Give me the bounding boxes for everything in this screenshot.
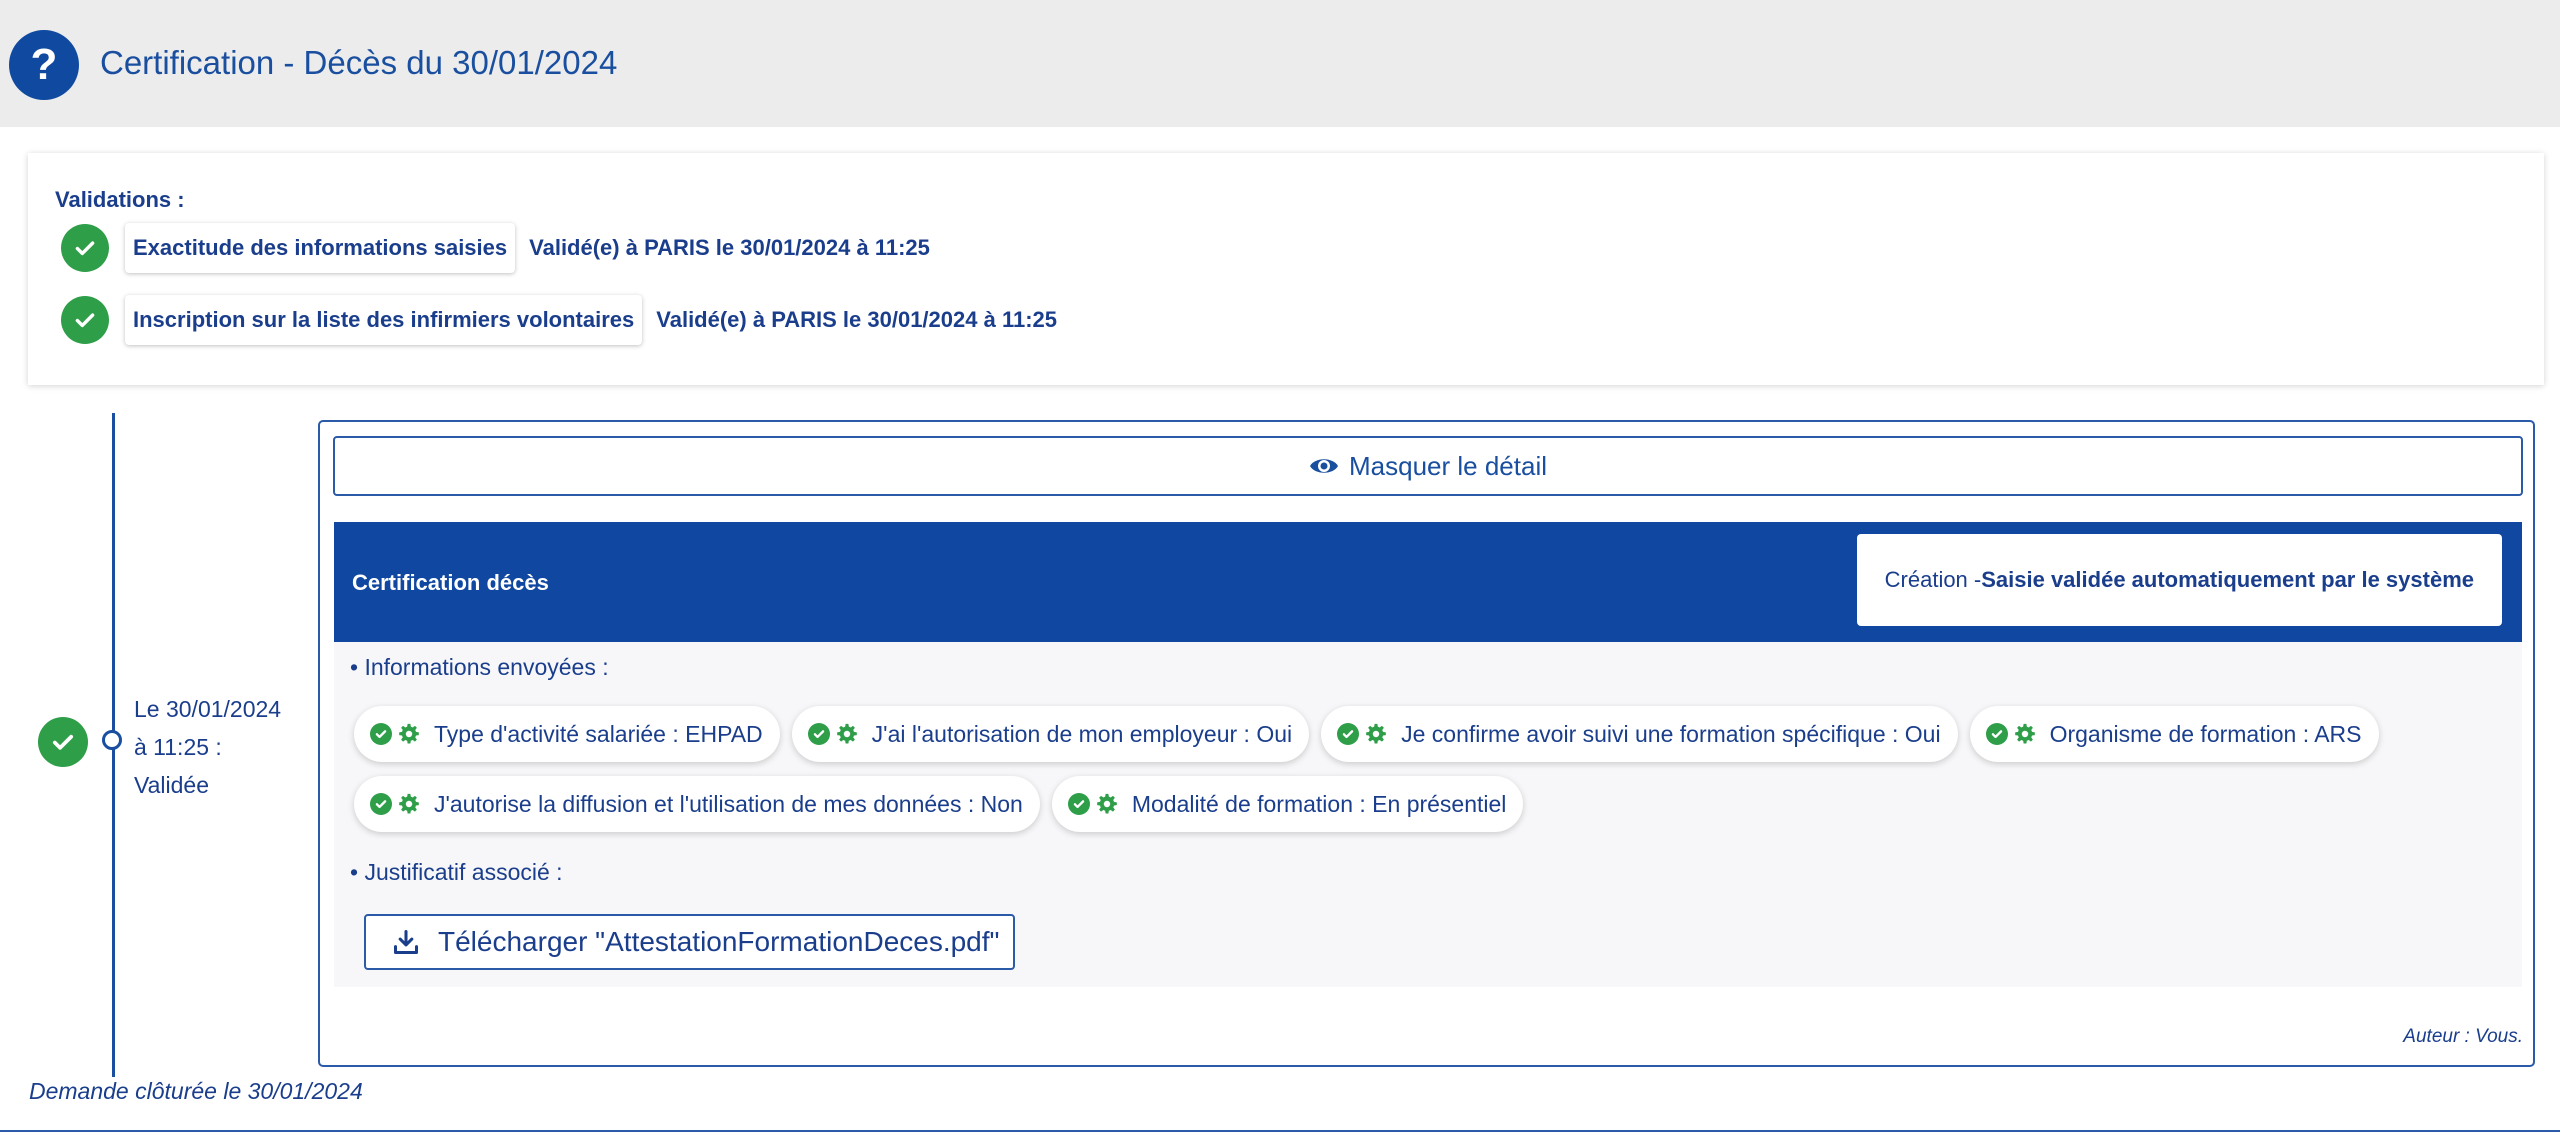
gear-icon [399,793,419,814]
chip-row: J'autorise la diffusion et l'utilisation… [354,776,1535,832]
event-status-box: Création - Saisie validée automatiquemen… [1856,534,2502,626]
question-icon[interactable]: ? [9,30,79,100]
check-circle-icon [1067,793,1090,815]
validation-status: Validé(e) à PARIS le 30/01/2024 à 11:25 [656,307,1058,332]
chip-label: J'autorise la diffusion et l'utilisation… [434,790,1023,817]
sent-info-label: • Informations envoyées : [350,654,609,680]
bottom-divider [0,1130,2560,1132]
validation-row: Exactitude des informations saisies Vali… [61,223,930,273]
info-chip: Type d'activité salariée : EHPAD [354,706,780,762]
chip-label: Organisme de formation : ARS [2049,720,2362,747]
check-circle-icon [61,296,109,344]
check-circle-icon [807,723,830,745]
toggle-detail-button[interactable]: Masquer le détail [333,436,2523,496]
check-circle-icon [61,224,109,272]
gear-icon [1366,723,1386,744]
gear-icon [2014,723,2035,744]
chip-label: Type d'activité salariée : EHPAD [434,720,763,747]
request-closed-text: Demande clôturée le 30/01/2024 [29,1078,363,1104]
check-circle-icon [370,793,392,815]
chip-label: Je confirme avoir suivi une formation sp… [1401,720,1941,747]
chip-row: Type d'activité salariée : EHPAD J'ai l'… [354,706,2391,762]
timeline-date: Le 30/01/2024 à 11:25 : Validée [134,690,281,804]
timeline-date-line: Le 30/01/2024 [134,696,282,722]
eye-icon [1310,459,1338,473]
download-attachment-button[interactable]: Télécharger "AttestationFormationDeces.p… [364,914,1016,970]
attachment-label: • Justificatif associé : [350,859,563,885]
download-icon [393,929,419,955]
check-circle-icon [370,723,392,745]
validations-title: Validations : [55,187,185,212]
check-circle-icon [1337,723,1360,745]
timeline-status-line: Validée [134,772,210,798]
gear-icon [1097,793,1117,814]
chip-label: Modalité de formation : En présentiel [1131,790,1507,817]
event-title: Certification décès [352,570,549,595]
validation-row: Inscription sur la liste des infirmiers … [61,295,1057,345]
toggle-detail-label: Masquer le détail [1349,450,1547,481]
page-title: Certification - Décès du 30/01/2024 [100,44,618,81]
download-label: Télécharger "AttestationFormationDeces.p… [438,926,1000,957]
info-chip: Organisme de formation : ARS [1969,706,2379,762]
info-chip: J'autorise la diffusion et l'utilisation… [354,776,1040,832]
validation-label[interactable]: Inscription sur la liste des infirmiers … [125,295,643,345]
gear-icon [399,723,419,744]
info-chip: Je confirme avoir suivi une formation sp… [1321,706,1958,762]
validation-status: Validé(e) à PARIS le 30/01/2024 à 11:25 [529,235,930,260]
timeline-time-line: à 11:25 : [134,734,222,760]
page-header: ? Certification - Décès du 30/01/2024 [0,0,2560,127]
event-status-text: Saisie validée automatiquement par le sy… [1981,567,2474,592]
event-card: Masquer le détail Certification décès Cr… [318,420,2535,1067]
validations-panel: Validations : Exactitude des information… [28,153,2544,385]
gear-icon [836,723,857,744]
event-status-prefix: Création - [1884,567,1982,592]
check-circle-icon [38,717,88,767]
event-header-bar: Certification décès Création - Saisie va… [334,522,2522,642]
info-chip: Modalité de formation : En présentiel [1051,776,1524,832]
check-circle-icon [1985,723,2008,745]
author-text: Auteur : Vous. [2403,1026,2523,1047]
validation-label[interactable]: Exactitude des informations saisies [125,223,516,273]
info-chip: J'ai l'autorisation de mon employeur : O… [791,706,1310,762]
timeline-node [102,730,122,750]
chip-label: J'ai l'autorisation de mon employeur : O… [871,720,1293,747]
